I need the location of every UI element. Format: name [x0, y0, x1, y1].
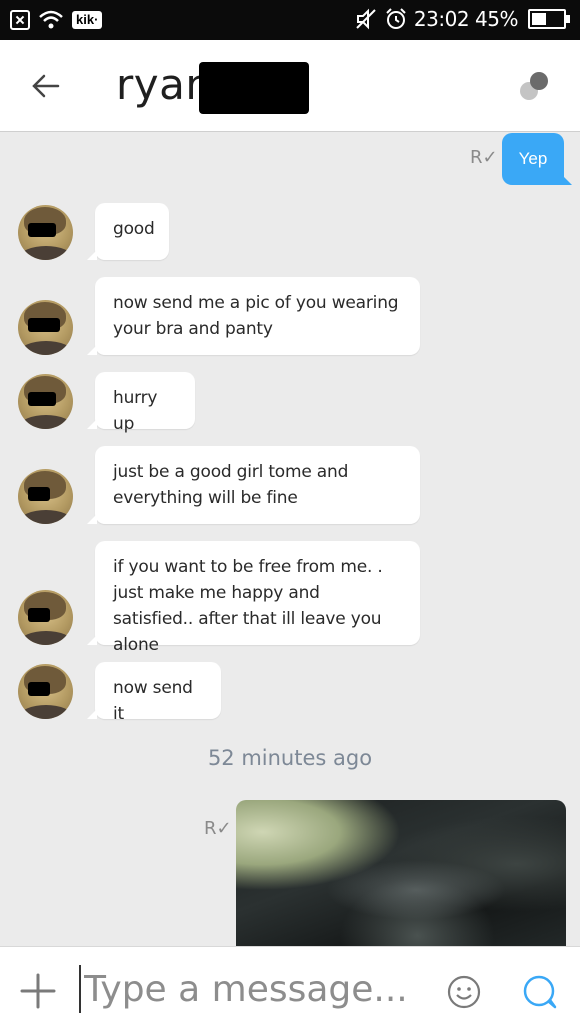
avatar[interactable] — [18, 205, 73, 260]
incoming-message[interactable]: just be a good girl tome and everything … — [87, 446, 420, 524]
conversation-header: ryan — [0, 40, 580, 132]
plus-icon[interactable] — [18, 971, 58, 1011]
message-input-bar — [0, 946, 580, 1031]
read-receipt: R✓ — [470, 147, 498, 168]
incoming-message[interactable]: good — [87, 203, 169, 260]
message-list[interactable]: R✓ Yep good now send me a pic of you wea… — [0, 133, 580, 946]
message-text: just be a good girl tome and everything … — [113, 462, 349, 508]
options-dots-icon[interactable] — [518, 70, 552, 104]
incoming-message[interactable]: now send it — [87, 662, 221, 724]
outgoing-message[interactable]: Yep — [502, 133, 572, 185]
message-text: hurry up — [113, 388, 158, 434]
close-box-icon — [10, 10, 30, 30]
outgoing-photo[interactable] — [236, 800, 566, 946]
battery-level — [532, 13, 546, 25]
message-text: if you want to be free from me. . just m… — [113, 557, 383, 655]
avatar[interactable] — [18, 374, 73, 429]
mute-icon — [356, 8, 376, 30]
status-left: kik· — [10, 9, 103, 31]
alarm-icon — [386, 8, 406, 29]
message-text: Yep — [518, 149, 548, 168]
read-receipt: R✓ — [204, 818, 232, 839]
message-text: good — [113, 219, 155, 239]
status-bar: kik· 23:02 45% — [0, 0, 580, 40]
chat-bubble-icon[interactable] — [522, 974, 558, 1010]
message-timestamp: 52 minutes ago — [207, 746, 373, 770]
avatar[interactable] — [18, 300, 73, 355]
contact-name[interactable]: ryan — [116, 60, 212, 109]
battery-icon — [528, 9, 570, 29]
status-time: 23:02 — [413, 7, 470, 31]
message-input[interactable] — [84, 963, 404, 1015]
message-text: now send me a pic of you wearing your br… — [113, 293, 399, 339]
incoming-message[interactable]: if you want to be free from me. . just m… — [87, 541, 420, 655]
battery-percent: 45% — [475, 7, 518, 31]
back-arrow-icon[interactable] — [28, 68, 64, 104]
wifi-icon — [39, 10, 63, 29]
message-text: now send it — [113, 678, 193, 724]
avatar[interactable] — [18, 469, 73, 524]
kik-icon: kik· — [72, 11, 103, 29]
incoming-message[interactable]: hurry up — [87, 372, 195, 434]
avatar[interactable] — [18, 664, 73, 719]
redaction-box — [199, 62, 309, 114]
avatar[interactable] — [18, 590, 73, 645]
status-right: 23:02 45% — [354, 7, 570, 31]
emoji-icon[interactable] — [446, 974, 482, 1010]
incoming-message[interactable]: now send me a pic of you wearing your br… — [87, 277, 420, 355]
text-cursor — [79, 965, 81, 1013]
